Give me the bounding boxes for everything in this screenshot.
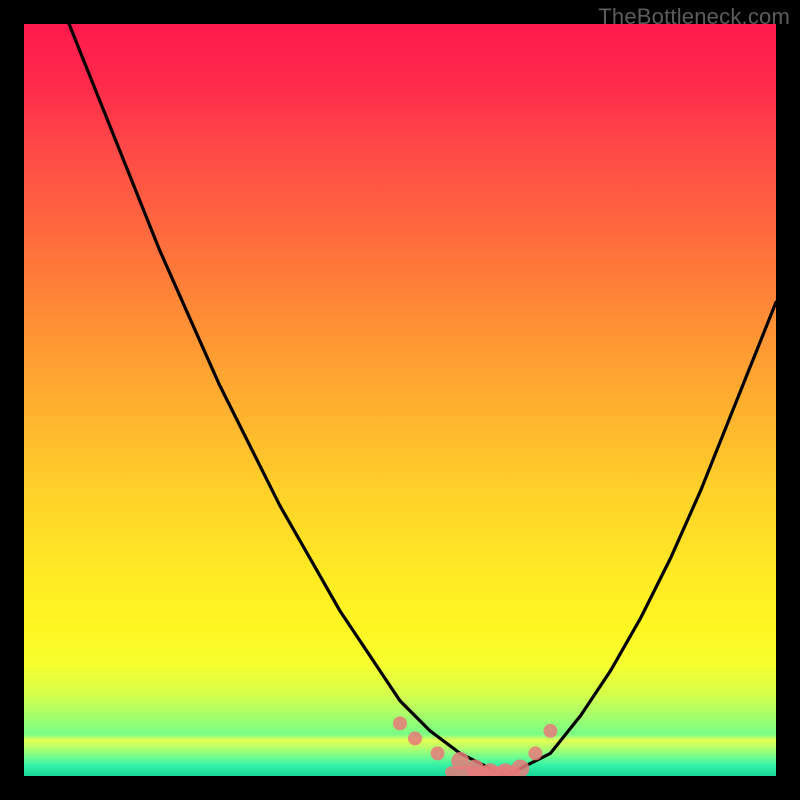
marker-dot <box>528 746 542 760</box>
marker-dot <box>543 724 557 738</box>
marker-dot <box>393 716 407 730</box>
marker-dot <box>431 746 445 760</box>
plot-area <box>24 24 776 776</box>
chart-frame <box>24 24 776 776</box>
bottleneck-curve-svg <box>24 24 776 776</box>
marker-bar <box>445 766 520 776</box>
marker-dot <box>408 731 422 745</box>
curve-markers <box>393 716 557 776</box>
bottleneck-curve <box>69 24 776 776</box>
